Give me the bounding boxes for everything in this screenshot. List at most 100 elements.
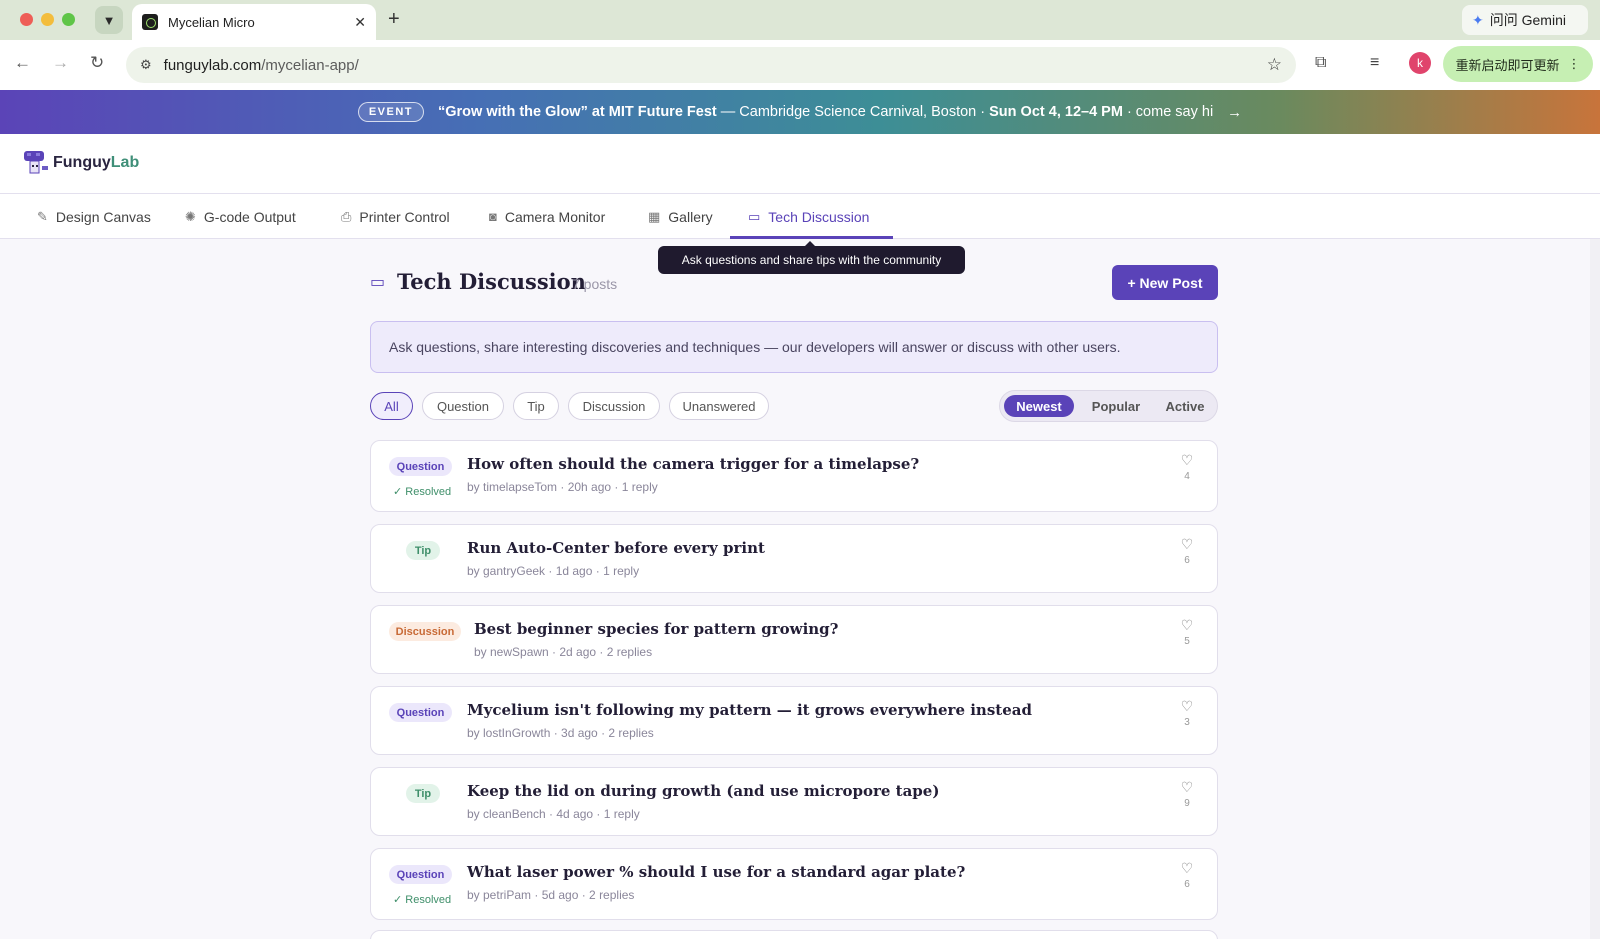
post-tag: Question bbox=[389, 703, 452, 722]
tab-printer-control[interactable]: ⎙ Printer Control bbox=[341, 194, 450, 239]
heart-icon: ♡ bbox=[1180, 452, 1194, 468]
like-count: 6 bbox=[1184, 879, 1190, 890]
browser-update-button[interactable]: 重新启动即可更新 ⋮ bbox=[1443, 46, 1593, 82]
filter-discussion[interactable]: Discussion bbox=[568, 392, 660, 420]
bookmark-star-icon[interactable]: ☆ bbox=[1267, 55, 1282, 75]
brand-name-b: Lab bbox=[110, 154, 140, 171]
post-title[interactable]: Best beginner species for pattern growin… bbox=[474, 620, 838, 638]
like-button[interactable]: ♡ 9 bbox=[1179, 780, 1195, 809]
browser-toolbar: ← → ↻ ⚙ funguylab.com/mycelian-app/ ☆ ⧉ … bbox=[0, 40, 1600, 90]
new-tab-button[interactable]: + bbox=[388, 8, 400, 31]
forward-arrow-icon[interactable]: → bbox=[52, 53, 69, 73]
chevron-down-icon: ▼ bbox=[102, 12, 116, 28]
more-menu-icon: ⋮ bbox=[1567, 56, 1581, 71]
new-post-button[interactable]: + New Post bbox=[1112, 265, 1218, 300]
profile-avatar[interactable]: k bbox=[1409, 52, 1431, 74]
filter-question[interactable]: Question bbox=[422, 392, 504, 420]
filter-all[interactable]: All bbox=[370, 392, 413, 420]
post-tag: Tip bbox=[406, 541, 440, 560]
url-path: /mycelian-app/ bbox=[261, 56, 359, 74]
tab-label: Design Canvas bbox=[55, 208, 151, 225]
address-bar[interactable]: ⚙ funguylab.com/mycelian-app/ ☆ bbox=[126, 47, 1296, 83]
heart-icon: ♡ bbox=[1180, 536, 1194, 552]
post-item[interactable]: Question Mycelium isn't following my pat… bbox=[370, 686, 1218, 755]
filter-tip[interactable]: Tip bbox=[513, 392, 559, 420]
window-minimize-button[interactable] bbox=[41, 13, 54, 26]
post-tag: Discussion bbox=[389, 622, 461, 641]
site-info-icon[interactable]: ⚙ bbox=[140, 57, 152, 73]
post-title[interactable]: What laser power % should I use for a st… bbox=[467, 863, 965, 881]
post-count: 7 posts bbox=[572, 276, 618, 292]
tab-close-icon[interactable]: ✕ bbox=[354, 14, 366, 31]
post-item[interactable]: Discussion Best beginner species for pat… bbox=[370, 605, 1218, 674]
gemini-sparkle-icon: ✦ bbox=[1472, 11, 1484, 28]
sort-toggle: Newest Popular Active bbox=[999, 390, 1218, 422]
browser-tab[interactable]: Mycelian Micro ✕ bbox=[132, 4, 376, 40]
like-count: 4 bbox=[1184, 471, 1190, 482]
like-count: 6 bbox=[1184, 555, 1190, 566]
resolved-badge: ✓ Resolved bbox=[393, 485, 451, 498]
post-tag: Tip bbox=[406, 784, 440, 803]
like-button[interactable]: ♡ 3 bbox=[1179, 699, 1195, 728]
grid-icon: ▦ bbox=[648, 208, 661, 224]
post-item[interactable]: Question ✓ Resolved What laser power % s… bbox=[370, 848, 1218, 920]
tab-design-canvas[interactable]: ✎ Design Canvas bbox=[37, 194, 151, 239]
tab-search-button[interactable]: ▼ bbox=[95, 6, 123, 34]
mushroom-logo-icon[interactable] bbox=[21, 148, 51, 178]
gemini-button[interactable]: ✦ 问问 Gemini bbox=[1462, 5, 1588, 35]
post-meta: by newSpawn · 2d ago · 2 replies bbox=[474, 645, 653, 659]
post-title[interactable]: How often should the camera trigger for … bbox=[467, 455, 919, 473]
tab-tech-discussion[interactable]: ▭ Tech Discussion bbox=[748, 194, 869, 239]
tab-tooltip: Ask questions and share tips with the co… bbox=[658, 241, 965, 274]
post-meta: by timelapseTom · 20h ago · 1 reply bbox=[467, 480, 658, 494]
post-item[interactable]: Tip Keep the lid on during growth (and u… bbox=[370, 767, 1218, 836]
reload-icon[interactable]: ↻ bbox=[90, 53, 104, 73]
post-title[interactable]: Mycelium isn't following my pattern — it… bbox=[467, 701, 1032, 719]
sort-popular[interactable]: Popular bbox=[1080, 395, 1152, 417]
like-button[interactable]: ♡ 6 bbox=[1179, 861, 1195, 890]
tab-label: G-code Output bbox=[203, 208, 296, 225]
intro-callout: Ask questions, share interesting discove… bbox=[370, 321, 1218, 373]
post-tag: Question bbox=[389, 457, 452, 476]
post-meta: by cleanBench · 4d ago · 1 reply bbox=[467, 807, 640, 821]
post-item[interactable]: Question ✓ Resolved How often should the… bbox=[370, 440, 1218, 512]
page-scrollbar[interactable] bbox=[1590, 239, 1600, 939]
resolved-badge: ✓ Resolved bbox=[393, 893, 451, 906]
post-title[interactable]: Run Auto-Center before every print bbox=[467, 539, 765, 557]
favicon-icon bbox=[142, 14, 158, 30]
chat-icon: ▭ bbox=[748, 208, 761, 224]
event-tail: · come say hi bbox=[1122, 104, 1214, 120]
brand-name[interactable]: FunguyLab bbox=[53, 154, 139, 172]
check-circle-icon: ✓ bbox=[393, 894, 406, 906]
like-count: 3 bbox=[1184, 717, 1190, 728]
tab-gallery[interactable]: ▦ Gallery bbox=[648, 194, 713, 239]
post-title[interactable]: Keep the lid on during growth (and use m… bbox=[467, 782, 939, 800]
browser-tab-bar: ▼ Mycelian Micro ✕ + ✦ 问问 Gemini bbox=[0, 0, 1600, 40]
event-banner[interactable]: EVENT “Grow with the Glow” at MIT Future… bbox=[0, 90, 1600, 134]
filter-unanswered[interactable]: Unanswered bbox=[669, 392, 769, 420]
window-maximize-button[interactable] bbox=[62, 13, 75, 26]
window-close-button[interactable] bbox=[20, 13, 33, 26]
extensions-icon[interactable]: ⧉ bbox=[1315, 54, 1326, 72]
like-count: 5 bbox=[1184, 636, 1190, 647]
tab-camera-monitor[interactable]: ◙ Camera Monitor bbox=[489, 194, 605, 239]
tab-gcode-output[interactable]: ✺ G-code Output bbox=[185, 194, 296, 239]
printer-icon: ⎙ bbox=[341, 208, 352, 224]
app-header: FunguyLab bbox=[0, 134, 1600, 194]
post-item[interactable]: Tip Run Auto-Center before every print b… bbox=[370, 524, 1218, 593]
post-meta: by petriPam · 5d ago · 2 replies bbox=[467, 888, 635, 902]
main-nav: ✎ Design Canvas ✺ G-code Output ⎙ Printe… bbox=[0, 194, 1600, 239]
post-item[interactable] bbox=[370, 930, 1218, 939]
like-button[interactable]: ♡ 6 bbox=[1179, 537, 1195, 566]
heart-icon: ♡ bbox=[1180, 617, 1194, 633]
event-location: — Cambridge Science Carnival, Boston · bbox=[716, 104, 990, 120]
tab-label: Printer Control bbox=[359, 208, 450, 225]
like-button[interactable]: ♡ 5 bbox=[1179, 618, 1195, 647]
like-button[interactable]: ♡ 4 bbox=[1179, 453, 1195, 482]
sort-newest[interactable]: Newest bbox=[1004, 395, 1074, 417]
media-control-icon[interactable]: ≡ bbox=[1370, 54, 1379, 72]
sort-active[interactable]: Active bbox=[1155, 395, 1215, 417]
resolved-label: Resolved bbox=[405, 486, 452, 498]
back-arrow-icon[interactable]: ← bbox=[14, 53, 31, 73]
pencil-icon: ✎ bbox=[37, 208, 48, 224]
